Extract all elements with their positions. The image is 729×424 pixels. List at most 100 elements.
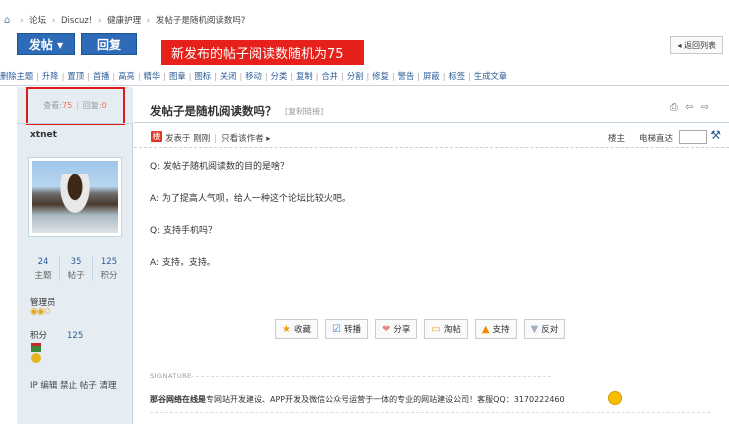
annotation-banner: 新发布的帖子阅读数随机为75 — [161, 40, 364, 65]
favorite-button[interactable]: ★ 收藏 — [275, 319, 318, 339]
medal-icon[interactable] — [31, 343, 41, 363]
modbar-separator: | — [239, 70, 243, 81]
post-actions: ★ 收藏 ☑ 转播 ❤ 分享 ▭ 淘帖 ▲ 支持 ▼ 反对 — [275, 319, 566, 339]
breadcrumb-category[interactable]: 健康护理 — [107, 16, 141, 26]
signature-company[interactable]: 那谷网络在线是 — [150, 395, 206, 404]
stat-label: 帖子 — [67, 271, 85, 281]
support-label: 支持 — [492, 325, 510, 335]
stat-posts[interactable]: 35 帖子 — [60, 257, 93, 281]
stat-points[interactable]: 125 积分 — [93, 257, 125, 281]
author-points: 积分 125 — [30, 329, 83, 341]
share-label: 分享 — [393, 325, 411, 335]
breadcrumb-separator: › — [146, 16, 151, 26]
share-button[interactable]: ❤ 分享 — [374, 319, 418, 339]
copy-link[interactable]: [复制链接] — [285, 106, 323, 117]
wrench-icon[interactable]: ⚒ — [710, 128, 721, 142]
breadcrumb-forum[interactable]: 论坛 — [29, 16, 46, 26]
floor-label: 楼主 — [607, 134, 625, 144]
modbar-separator: | — [391, 70, 395, 81]
stat-num: 35 — [70, 257, 82, 267]
jump-label: 电梯直达 — [638, 134, 673, 144]
retweet-icon: ☑ — [331, 323, 341, 335]
post-line: Q: 发帖子随机阅读数的目的是啥？ — [150, 162, 289, 172]
highlight-box — [26, 87, 125, 125]
only-author-link[interactable]: 只看该作者 ▸ — [221, 134, 270, 144]
stat-threads[interactable]: 24 主题 — [27, 257, 60, 281]
modbar-item[interactable]: 置顶 — [67, 70, 84, 82]
modbar-separator: | — [137, 70, 141, 81]
modbar-separator: | — [264, 70, 268, 81]
moderation-toolbar: 删除主题 | 升降 | 置顶 | 首播 | 高亮 | 精华 | 图章 | 图标 | 关闭 | 移动 | 分类 | 复制 | 合并… — [0, 66, 729, 86]
modbar-item[interactable]: 屏蔽 — [423, 70, 440, 82]
favorite-label: 收藏 — [293, 325, 311, 335]
modbar-item[interactable]: 修复 — [372, 70, 389, 82]
modbar-item[interactable]: 分类 — [271, 70, 288, 82]
modbar-item[interactable]: 精华 — [144, 70, 161, 82]
modbar-item[interactable]: 首播 — [93, 70, 110, 82]
modbar-item[interactable]: 图标 — [194, 70, 211, 82]
stat-label: 积分 — [100, 271, 118, 281]
modbar-item[interactable]: 移动 — [245, 70, 262, 82]
stat-label: 主题 — [34, 271, 52, 281]
modbar-separator: | — [442, 70, 446, 81]
modbar-item[interactable]: 关闭 — [220, 70, 237, 82]
modbar-item[interactable]: 高亮 — [118, 70, 135, 82]
collect-icon: ▭ — [431, 323, 441, 335]
modbar-item[interactable]: 升降 — [42, 70, 59, 82]
collect-label: 淘帖 — [443, 325, 461, 335]
reply-button[interactable]: 回复 — [81, 33, 137, 55]
author-name[interactable]: xtnet — [30, 130, 57, 140]
oppose-button[interactable]: ▼ 反对 — [523, 319, 566, 339]
modbar-item[interactable]: 标签 — [449, 70, 466, 82]
oppose-label: 反对 — [541, 325, 559, 335]
thread-title: 发帖子是随机阅读数吗？ — [150, 104, 277, 118]
modbar-separator: | — [214, 70, 217, 81]
modbar-item[interactable]: 生成文章 — [474, 70, 507, 82]
rank-stars-icon: ◉◉✩ — [30, 307, 51, 317]
breadcrumb: ⌂ › 论坛 › Discuz! › 健康护理 › 发帖子是随机阅读数吗? — [4, 14, 245, 26]
retweet-label: 转播 — [343, 325, 361, 335]
modbar-separator: | — [341, 70, 344, 81]
bottom-divider — [150, 412, 710, 413]
breadcrumb-discuz[interactable]: Discuz! — [61, 16, 92, 26]
modbar-item[interactable]: 合并 — [321, 70, 338, 82]
stat-num: 125 — [100, 257, 118, 267]
modbar-separator: | — [417, 70, 421, 81]
modbar-separator: | — [36, 70, 39, 81]
author-stats: 24 主题 35 帖子 125 积分 — [27, 257, 125, 281]
support-icon: ▲ — [481, 323, 490, 335]
post-line: Q: 支持手机吗？ — [150, 226, 217, 236]
post-line: A: 为了提高人气呗，给人一种这个论坛比较火吧。 — [150, 194, 351, 204]
breadcrumb-separator: › — [51, 16, 56, 26]
modbar-item[interactable]: 警告 — [398, 70, 415, 82]
collect-button[interactable]: ▭ 淘帖 — [424, 319, 468, 339]
modbar-item[interactable]: 分割 — [347, 70, 364, 82]
retweet-button[interactable]: ☑ 转播 — [324, 319, 368, 339]
sidebar-divider — [17, 123, 133, 124]
avatar[interactable] — [28, 157, 122, 237]
post-line: A: 支持，支持。 — [150, 258, 216, 268]
share-icon: ❤ — [381, 323, 391, 335]
signature-body: 专网站开发建设、APP开发及微信公众号运营于一体的专业的网站建设公司！客服QQ：… — [206, 395, 565, 404]
support-button[interactable]: ▲ 支持 — [474, 319, 517, 339]
print-prev-next-icons[interactable]: ⎙ ⇦ ⇨ — [670, 102, 711, 113]
breadcrumb-separator: › — [20, 16, 24, 26]
modbar-separator: | — [163, 70, 167, 81]
modbar-separator: | — [87, 70, 90, 81]
home-icon[interactable]: ⌂ — [4, 15, 10, 26]
modbar-separator: | — [61, 70, 65, 81]
floor-jump-input[interactable] — [679, 130, 707, 144]
back-to-list-button[interactable]: ◂ 返回列表 — [670, 36, 723, 54]
post-meta: 发表于 刚刚 | 只看该作者 ▸ — [165, 132, 271, 144]
modbar-item[interactable]: 图章 — [169, 70, 186, 82]
modbar-separator: | — [366, 70, 370, 81]
modbar-item[interactable]: 复制 — [296, 70, 313, 82]
modbar-item[interactable]: 删除主题 — [0, 70, 33, 82]
modbar-separator: | — [315, 70, 319, 81]
admin-links[interactable]: IP 编辑 禁止 帖子 清理 — [30, 379, 116, 391]
author-badge-icon: 楼 — [151, 131, 162, 142]
post-button[interactable]: 发帖 ▾ — [17, 33, 75, 55]
signature-divider — [186, 376, 551, 377]
posted-time: 发表于 刚刚 — [165, 134, 211, 144]
modbar-separator: | — [468, 70, 471, 81]
